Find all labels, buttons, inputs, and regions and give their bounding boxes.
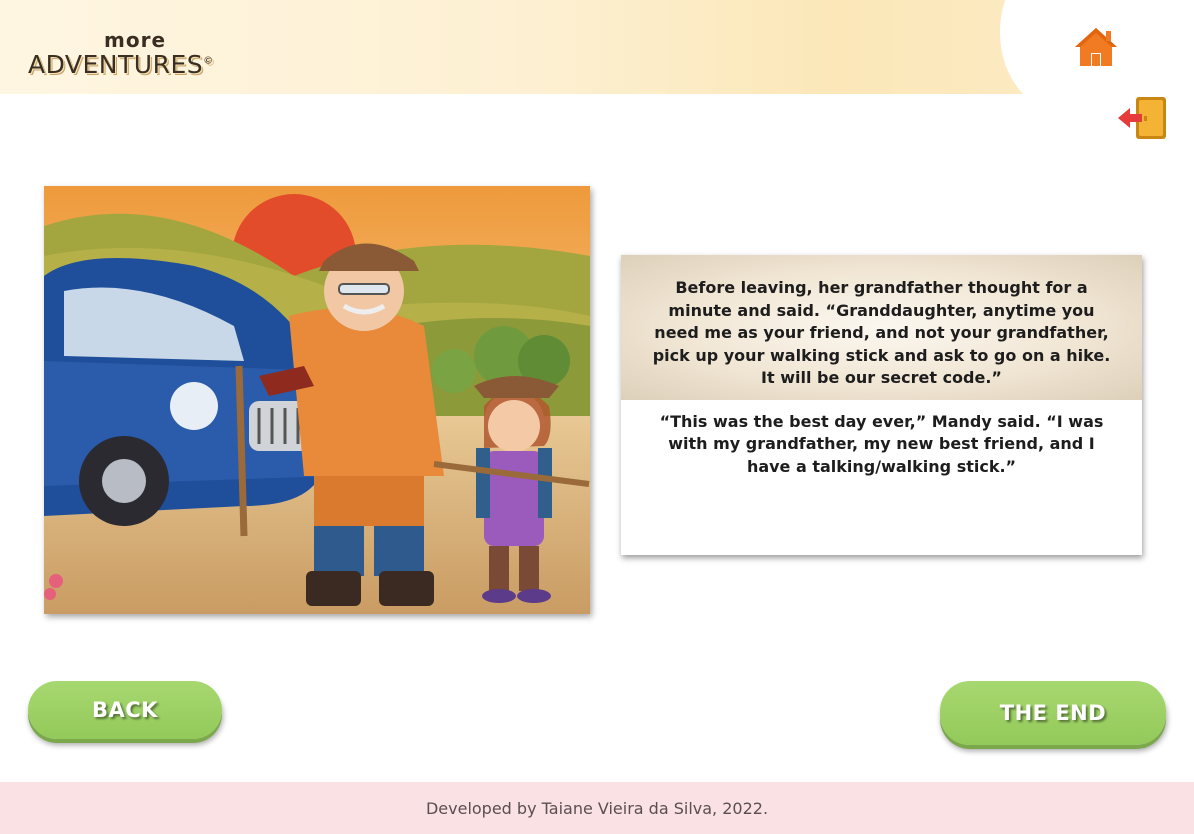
the-end-button[interactable]: THE END: [940, 681, 1166, 745]
story-text-card: Before leaving, her grandfather thought …: [621, 255, 1142, 555]
story-paragraph: “This was the best day ever,” Mandy said…: [659, 411, 1104, 476]
header-bar: more ADVENTURES©: [0, 0, 1194, 94]
exit-door-icon: [1118, 97, 1166, 139]
logo-main-text: ADVENTURES©: [28, 50, 214, 79]
home-icon: [1075, 28, 1117, 66]
home-button[interactable]: [1073, 25, 1119, 69]
story-illustration: [44, 186, 590, 614]
app-logo: more ADVENTURES©: [28, 26, 228, 86]
exit-button[interactable]: [1116, 95, 1168, 141]
logo-top-text: more: [104, 28, 167, 52]
footer: Developed by Taiane Vieira da Silva, 202…: [0, 782, 1194, 834]
back-button[interactable]: BACK: [28, 681, 222, 739]
grandfather-mandy-car-picture: [44, 186, 590, 614]
footer-credit: Developed by Taiane Vieira da Silva, 202…: [425, 798, 769, 818]
story-paragraph: Before leaving, her grandfather thought …: [652, 278, 1111, 387]
story-text: Before leaving, her grandfather thought …: [651, 277, 1112, 499]
